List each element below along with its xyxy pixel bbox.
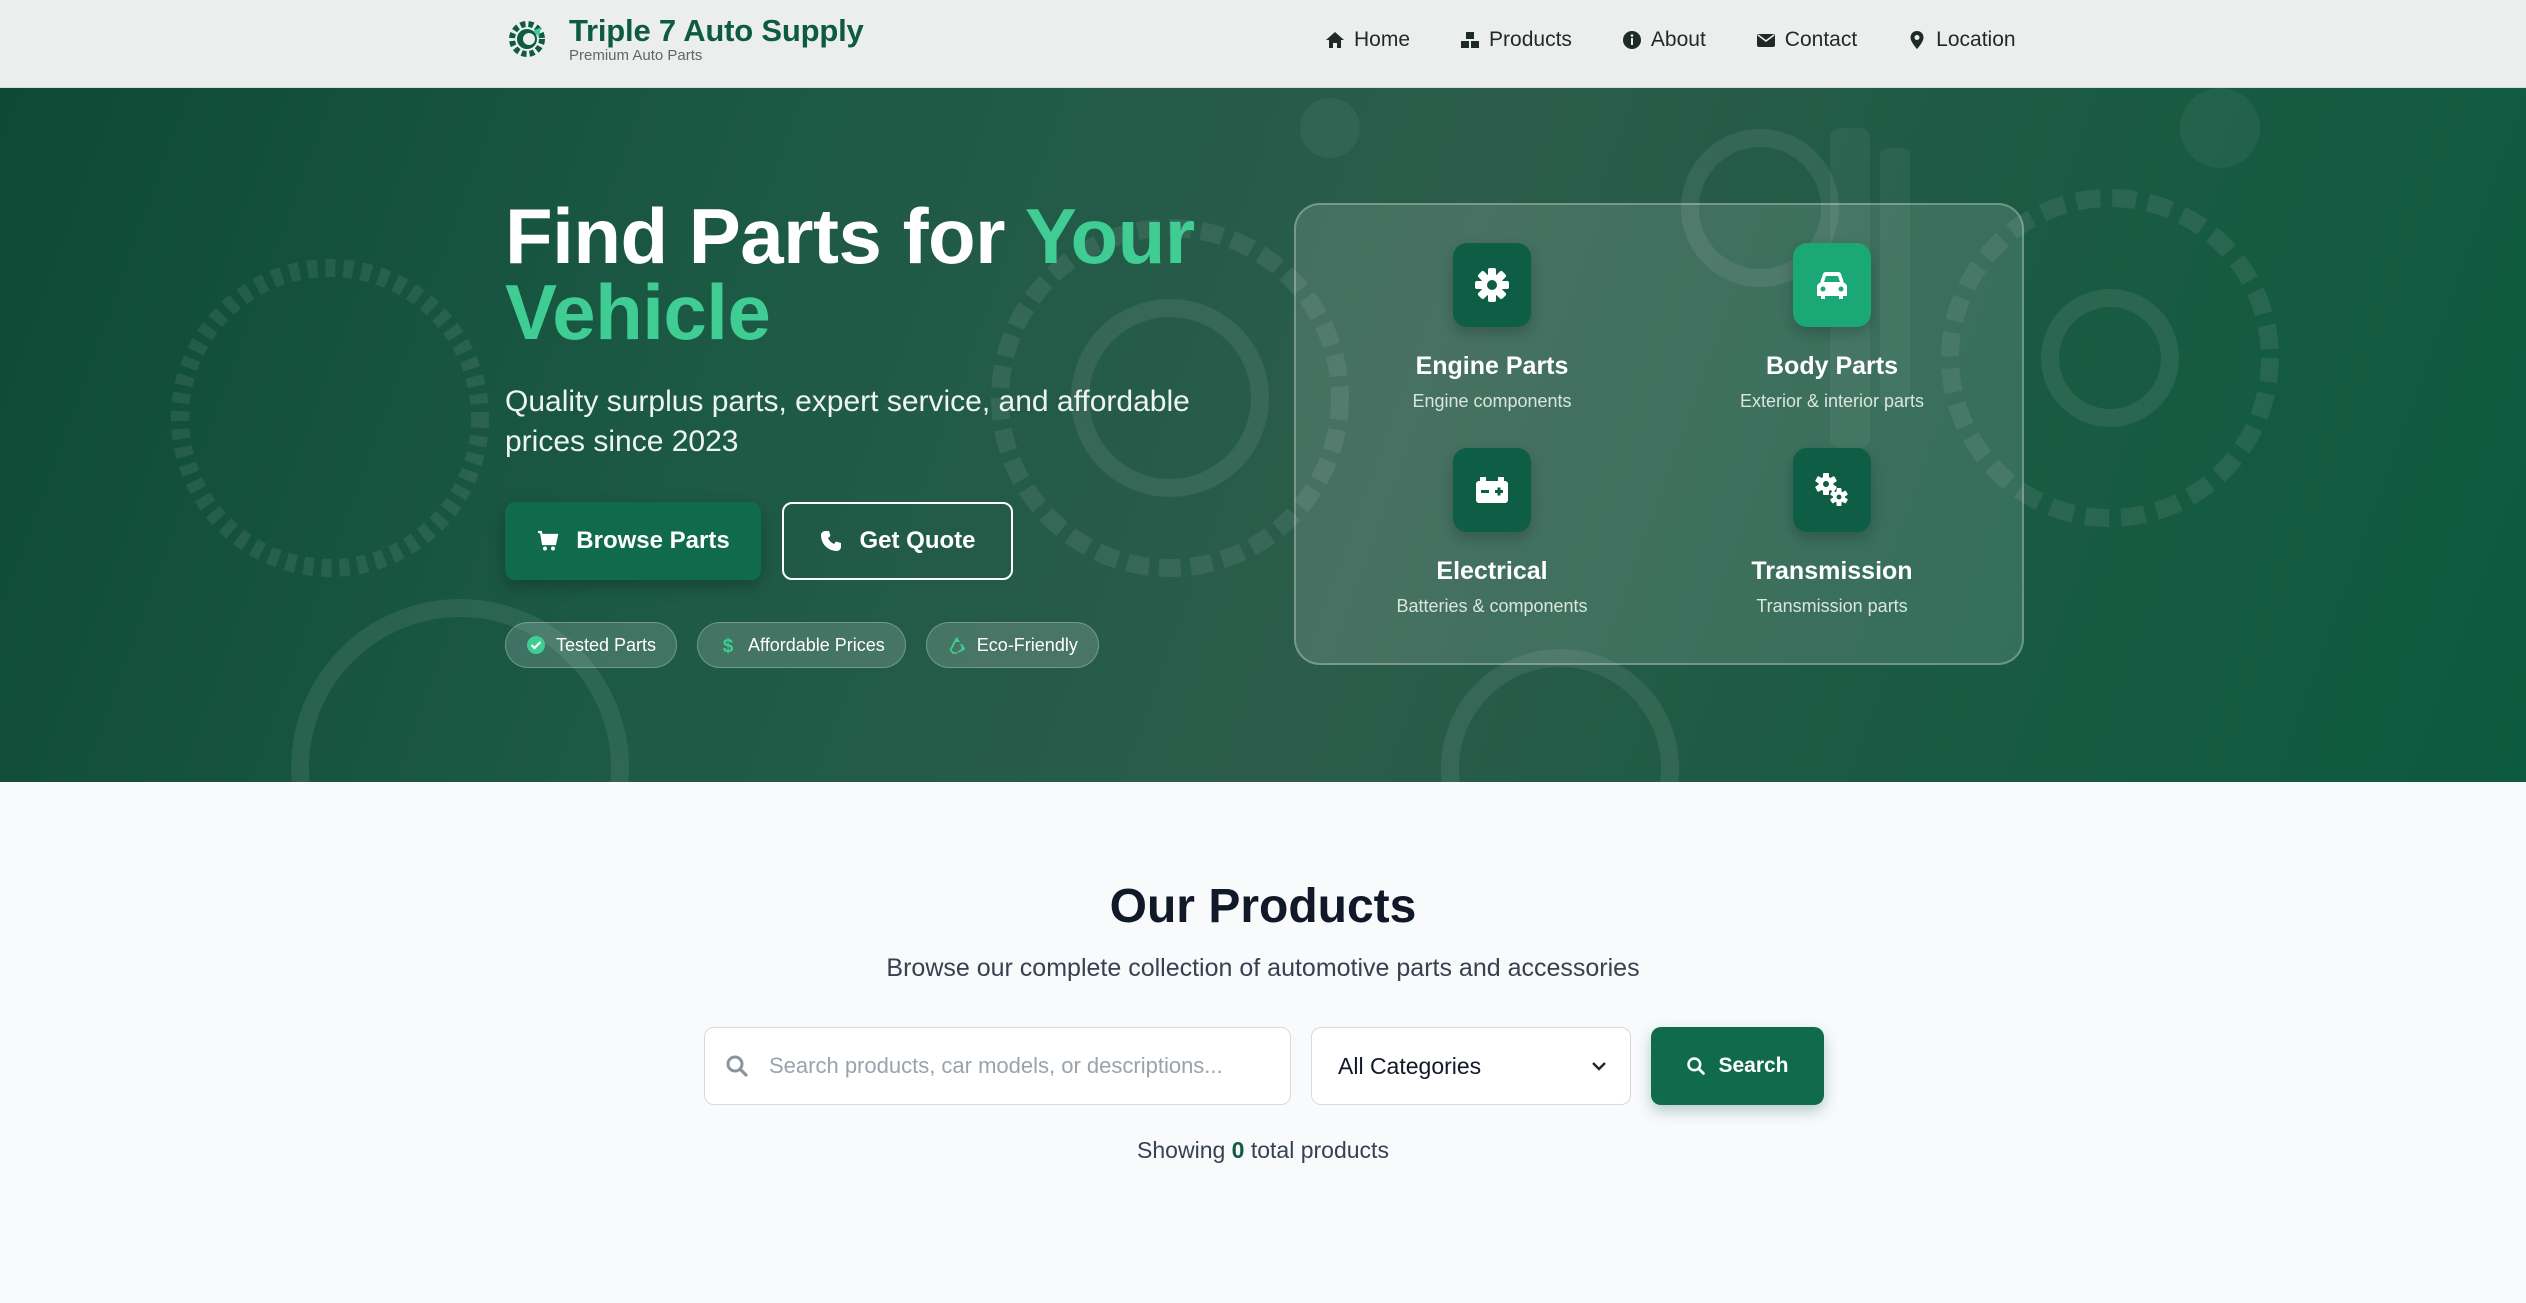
- browse-parts-label: Browse Parts: [576, 527, 730, 554]
- nav-link-label: About: [1650, 28, 1706, 51]
- products-section: Our Products Browse our complete collect…: [0, 782, 2526, 1303]
- category-icon-box: [1453, 243, 1531, 327]
- nav-link-products[interactable]: Products: [1460, 24, 1572, 56]
- nav-link-label: Location: [1936, 28, 2016, 51]
- boxes-icon: [1461, 32, 1480, 48]
- category-card: Engine Parts Engine components Body Part…: [1294, 203, 2024, 665]
- nav-link-label: Contact: [1784, 28, 1858, 51]
- search-input[interactable]: [769, 1053, 1249, 1079]
- category-select[interactable]: All Categories: [1311, 1027, 1631, 1105]
- envelope-icon: [1756, 34, 1775, 47]
- nav-link-location[interactable]: Location: [1907, 24, 2016, 56]
- logo-gear-icon: [509, 21, 545, 57]
- phone-icon: [821, 531, 842, 551]
- showing-suffix: total products: [1250, 1137, 1389, 1163]
- get-quote-button[interactable]: Get Quote: [782, 502, 1013, 580]
- category-select-value: All Categories: [1338, 1052, 1482, 1079]
- home-icon: [1326, 32, 1344, 48]
- hero-title-plain: Find Parts for: [505, 192, 1006, 280]
- feature-pills: Tested Parts $ Affordable Prices Eco-Fri…: [505, 622, 1119, 668]
- search-button[interactable]: Search: [1651, 1027, 1824, 1105]
- products-title: Our Products: [1109, 880, 1417, 933]
- category-name: Electrical: [1436, 557, 1548, 585]
- category-icon-box: [1793, 243, 1871, 327]
- chevron-down-icon: [1592, 1062, 1606, 1071]
- category-icon-box: [1793, 448, 1871, 532]
- info-icon: [1622, 31, 1641, 49]
- products-subtitle: Browse our complete collection of automo…: [886, 954, 1640, 982]
- products-count: Showing 0 total products: [0, 1137, 2526, 1164]
- search-button-label: Search: [1718, 1054, 1789, 1077]
- brand[interactable]: Triple 7 Auto Supply Premium Auto Parts: [507, 14, 864, 64]
- hero-title: Find Parts for Your Vehicle: [505, 197, 1195, 351]
- hero-background-gears: [171, 88, 2279, 782]
- category-transmission[interactable]: Transmission Transmission parts: [1662, 448, 2002, 617]
- category-name: Transmission: [1751, 557, 1913, 585]
- pill-label: Affordable Prices: [748, 634, 885, 655]
- showing-prefix: Showing: [1137, 1137, 1226, 1163]
- recycle-icon: [949, 637, 966, 654]
- browse-parts-button[interactable]: Browse Parts: [505, 502, 761, 580]
- category-electrical[interactable]: Electrical Batteries & components: [1322, 448, 1662, 617]
- top-navbar: Triple 7 Auto Supply Premium Auto Parts …: [0, 0, 2526, 88]
- showing-count: 0: [1231, 1137, 1245, 1163]
- cog-icon: [1475, 268, 1509, 302]
- category-name: Engine Parts: [1415, 352, 1569, 380]
- battery-icon: [1476, 477, 1508, 503]
- nav-links: Home Products About Contact Location: [1325, 24, 2066, 56]
- brand-title: Triple 7 Auto Supply: [569, 13, 864, 48]
- category-icon-box: [1453, 448, 1531, 532]
- check-circle-icon: [527, 636, 545, 654]
- cart-icon: [538, 530, 559, 551]
- search-box: [704, 1027, 1291, 1105]
- dollar-icon: $: [723, 636, 734, 655]
- get-quote-label: Get Quote: [859, 527, 976, 554]
- hero-title-accent: Your: [1024, 192, 1195, 280]
- car-icon: [1817, 272, 1847, 299]
- category-name: Body Parts: [1766, 352, 1898, 380]
- category-desc: Engine components: [1412, 391, 1572, 411]
- pill-eco-friendly: Eco-Friendly: [925, 622, 1099, 668]
- pill-affordable-prices: $ Affordable Prices: [697, 622, 906, 668]
- nav-link-label: Home: [1354, 28, 1411, 51]
- hero-section: Find Parts for Your Vehicle Quality surp…: [0, 88, 2526, 782]
- nav-link-label: Products: [1489, 28, 1572, 51]
- category-desc: Batteries & components: [1396, 596, 1588, 616]
- hero-subtitle: Quality surplus parts, expert service, a…: [505, 385, 1190, 458]
- hero-title-accent-2: Vehicle: [505, 268, 771, 356]
- pill-label: Eco-Friendly: [976, 634, 1078, 655]
- brand-subtitle: Premium Auto Parts: [569, 47, 703, 64]
- nav-link-contact[interactable]: Contact: [1756, 24, 1857, 56]
- category-body-parts[interactable]: Body Parts Exterior & interior parts: [1662, 243, 2002, 412]
- nav-link-about[interactable]: About: [1622, 24, 1706, 56]
- search-icon: [726, 1055, 748, 1077]
- pill-tested-parts: Tested Parts: [505, 622, 678, 668]
- search-icon: [1687, 1057, 1706, 1075]
- category-desc: Exterior & interior parts: [1739, 391, 1925, 411]
- category-desc: Transmission parts: [1756, 596, 1908, 616]
- category-engine-parts[interactable]: Engine Parts Engine components: [1322, 243, 1662, 412]
- map-pin-icon: [1910, 31, 1924, 49]
- nav-link-home[interactable]: Home: [1325, 24, 1410, 56]
- pill-label: Tested Parts: [556, 634, 657, 655]
- svg-text:$: $: [723, 636, 734, 655]
- cogs-icon: [1815, 473, 1848, 506]
